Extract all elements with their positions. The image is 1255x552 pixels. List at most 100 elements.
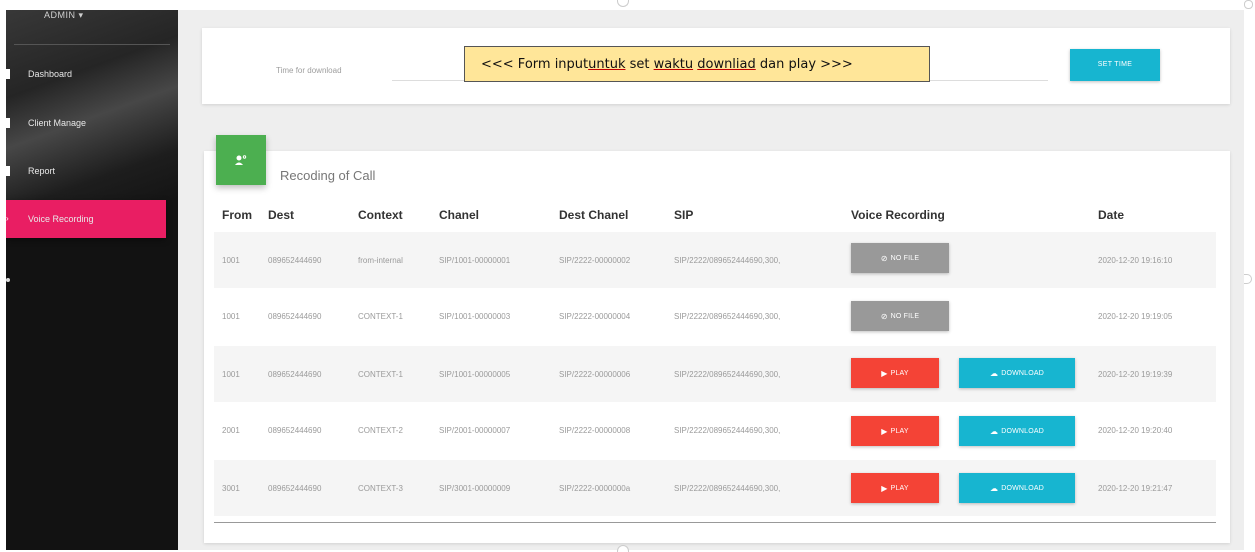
time-form-card: Time for download <<< Form input untuk s… — [202, 28, 1230, 104]
cell-dest: 089652444690 — [268, 312, 322, 321]
callout-text: <<< Form input — [481, 56, 589, 72]
cell-chanel: SIP/1001-00000001 — [439, 256, 511, 265]
callout-text: dan play >>> — [755, 56, 853, 72]
cell-sip: SIP/2222/089652444690,300, — [674, 370, 781, 379]
set-time-button[interactable]: SET TIME — [1070, 49, 1160, 81]
button-label: DOWNLOAD — [1001, 484, 1045, 492]
play-icon: ▶ — [881, 426, 888, 436]
cell-dest-chanel: SIP/2222-0000000a — [559, 484, 631, 493]
no-file-icon: ⊘ — [880, 311, 888, 321]
cell-sip: SIP/2222/089652444690,300, — [674, 312, 781, 321]
cell-date: 2020-12-20 19:21:47 — [1098, 484, 1173, 493]
sidebar-divider — [14, 44, 170, 45]
cell-dest-chanel: SIP/2222-00000006 — [559, 370, 631, 379]
cloud-download-icon: ☁ — [989, 368, 999, 378]
user-menu[interactable]: ADMIN ▾ — [44, 10, 84, 22]
no-file-icon: ⊘ — [880, 253, 888, 263]
app-frame: ADMIN ▾ Dashboard Client Manage Report ›… — [6, 10, 1244, 550]
cell-chanel: SIP/3001-00000009 — [439, 484, 511, 493]
download-button[interactable]: ☁ DOWNLOAD — [959, 358, 1075, 388]
cell-sip: SIP/2222/089652444690,300, — [674, 256, 781, 265]
sidebar: ADMIN ▾ Dashboard Client Manage Report ›… — [6, 10, 178, 550]
column-header-dest-chanel: Dest Chanel — [559, 208, 629, 222]
table-row: 1001 089652444690 CONTEXT-1 SIP/1001-000… — [214, 346, 1216, 402]
play-button[interactable]: ▶ PLAY — [851, 473, 939, 503]
play-button[interactable]: ▶ PLAY — [851, 358, 939, 388]
table-row: 1001 089652444690 CONTEXT-1 SIP/1001-000… — [214, 288, 1216, 344]
annotation-callout: <<< Form input untuk set waktu downliad … — [464, 46, 930, 82]
cell-date: 2020-12-20 19:19:39 — [1098, 370, 1173, 379]
column-header-voice-recording: Voice Recording — [851, 208, 945, 222]
button-label: DOWNLOAD — [1001, 427, 1045, 435]
callout-text: waktu — [653, 56, 694, 72]
cell-context: from-internal — [358, 256, 403, 265]
cloud-download-icon: ☁ — [989, 426, 999, 436]
play-button[interactable]: ▶ PLAY — [851, 416, 939, 446]
cell-chanel: SIP/2001-00000007 — [439, 426, 511, 435]
resize-handle-corner[interactable] — [1244, 0, 1253, 9]
cell-sip: SIP/2222/089652444690,300, — [674, 484, 781, 493]
column-header-chanel: Chanel — [439, 208, 480, 222]
cloud-download-icon: ☁ — [989, 483, 999, 493]
resize-handle-top[interactable] — [617, 0, 629, 7]
report-icon — [6, 166, 10, 176]
microphone-icon: › — [6, 214, 9, 223]
button-label: PLAY — [890, 369, 909, 377]
sidebar-item-report[interactable]: Report — [6, 152, 166, 190]
sidebar-item-label: Report — [28, 166, 56, 176]
column-header-dest: Dest — [268, 208, 295, 222]
cell-dest-chanel: SIP/2222-00000002 — [559, 256, 631, 265]
no-file-button: ⊘ NO FILE — [851, 243, 949, 273]
column-header-date: Date — [1098, 208, 1125, 222]
column-header-sip: SIP — [674, 208, 694, 222]
cell-context: CONTEXT-2 — [358, 426, 403, 435]
cell-date: 2020-12-20 19:19:05 — [1098, 312, 1173, 321]
cell-dest: 089652444690 — [268, 370, 322, 379]
cell-context: CONTEXT-3 — [358, 484, 403, 493]
cell-from: 3001 — [222, 484, 240, 493]
table-bottom-border — [214, 522, 1216, 523]
cell-chanel: SIP/1001-00000005 — [439, 370, 511, 379]
callout-text: downliad — [697, 56, 756, 72]
cell-date: 2020-12-20 19:20:40 — [1098, 426, 1173, 435]
cell-dest-chanel: SIP/2222-00000008 — [559, 426, 631, 435]
column-header-context: Context — [358, 208, 403, 222]
callout-text: set — [625, 56, 654, 72]
sidebar-item-voice-recording[interactable]: › Voice Recording — [6, 200, 166, 238]
no-file-button: ⊘ NO FILE — [851, 301, 949, 331]
button-label: DOWNLOAD — [1001, 369, 1045, 377]
card-title: Recoding of Call — [280, 168, 376, 183]
column-header-from: From — [222, 208, 252, 222]
play-icon: ▶ — [881, 368, 888, 378]
button-label: PLAY — [890, 484, 909, 492]
cell-chanel: SIP/1001-00000003 — [439, 312, 511, 321]
resize-handle-bottom[interactable] — [617, 545, 629, 552]
button-label: NO FILE — [890, 254, 920, 262]
cell-from: 1001 — [222, 256, 240, 265]
cell-dest: 089652444690 — [268, 426, 322, 435]
table-row: 3001 089652444690 CONTEXT-3 SIP/3001-000… — [214, 460, 1216, 516]
cell-dest-chanel: SIP/2222-00000004 — [559, 312, 631, 321]
cell-date: 2020-12-20 19:16:10 — [1098, 256, 1173, 265]
sidebar-item-client-manage[interactable]: Client Manage — [6, 104, 166, 142]
cell-sip: SIP/2222/089652444690,300, — [674, 426, 781, 435]
cell-from: 1001 — [222, 370, 240, 379]
sidebar-item-dashboard[interactable]: Dashboard — [6, 55, 166, 93]
table-row: 2001 089652444690 CONTEXT-2 SIP/2001-000… — [214, 402, 1216, 458]
download-button[interactable]: ☁ DOWNLOAD — [959, 416, 1075, 446]
time-input-placeholder[interactable]: Time for download — [276, 66, 342, 75]
callout-text: untuk — [588, 56, 626, 72]
resize-handle-right[interactable] — [1244, 274, 1252, 284]
cell-context: CONTEXT-1 — [358, 370, 403, 379]
sidebar-item-label: Client Manage — [28, 118, 87, 128]
dashboard-icon — [6, 69, 10, 79]
button-label: PLAY — [890, 427, 909, 435]
download-button[interactable]: ☁ DOWNLOAD — [959, 473, 1075, 503]
cell-dest: 089652444690 — [268, 484, 322, 493]
sidebar-item-label: Dashboard — [28, 69, 73, 79]
sidebar-bullet-icon — [6, 278, 10, 282]
play-icon: ▶ — [881, 483, 888, 493]
table-row: 1001 089652444690 from-internal SIP/1001… — [214, 232, 1216, 288]
cell-dest: 089652444690 — [268, 256, 322, 265]
cell-from: 1001 — [222, 312, 240, 321]
